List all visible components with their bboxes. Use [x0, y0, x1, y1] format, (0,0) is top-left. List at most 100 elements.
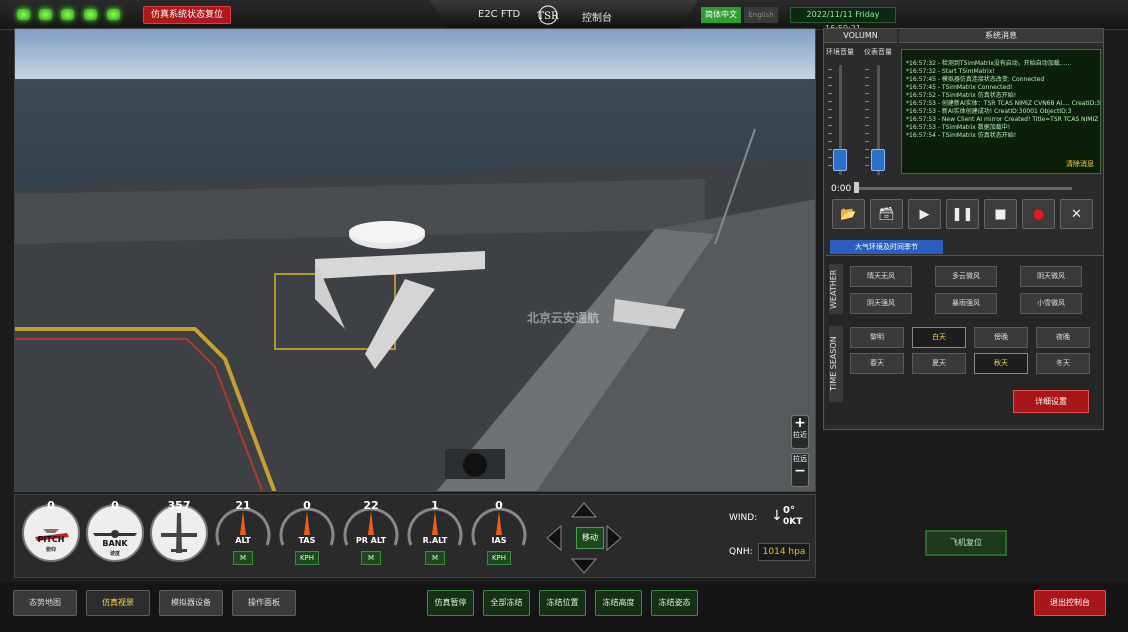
carrier-scene: [15, 29, 815, 491]
inst-volume-slider[interactable]: [871, 149, 885, 171]
simulation-viewport[interactable]: 北京云安通航 + 拉近 拉远 −: [14, 28, 816, 492]
system-reset-button[interactable]: 仿真系统状态复位: [143, 6, 231, 24]
heading-value: 357: [167, 499, 191, 512]
move-button[interactable]: 移动: [576, 527, 604, 549]
aircraft-reset-button[interactable]: 飞机复位: [925, 530, 1007, 556]
minus-icon: −: [794, 463, 806, 479]
alt-gauge: 21 ALT M: [213, 499, 273, 565]
time-option[interactable]: 夜晚: [1036, 327, 1090, 348]
status-led-icon: [17, 9, 30, 20]
log-line: *16:57:52 - TSimMatrix 仿真状态开始!: [906, 92, 1017, 99]
tas-value: 0: [303, 499, 311, 512]
bottom-bar: 态势地图 仿真视景 模拟器设备 操作面板 仿真暂停 全部冻结 冻结位置 冻结高度…: [0, 582, 1128, 632]
time-option[interactable]: 黎明: [850, 327, 904, 348]
message-log: *16:57:32 - 检测到TSimMatrix没有启动，开始自动加载....…: [901, 49, 1101, 174]
freeze-altitude-button[interactable]: 冻结高度: [595, 590, 642, 616]
pralt-value: 22: [363, 499, 379, 512]
log-line: *16:57:32 - Start TSimMatrix!: [906, 68, 995, 75]
weather-option[interactable]: 阴天强风: [850, 293, 912, 314]
ralt-label: R.ALT: [422, 536, 448, 545]
pitch-sub: 俯仰: [45, 547, 56, 553]
arrow-up-icon: [570, 502, 598, 518]
lang-chinese-button[interactable]: 简体中文: [701, 7, 741, 23]
wind-direction: 0°: [783, 505, 795, 516]
freeze-attitude-button[interactable]: 冻结姿态: [651, 590, 698, 616]
playback-timeline[interactable]: [854, 187, 1072, 190]
arrow-down-icon: [570, 558, 598, 574]
ralt-value: 1: [431, 499, 439, 512]
nav-devices[interactable]: 模拟器设备: [159, 590, 223, 616]
pralt-unit-button[interactable]: M: [361, 551, 381, 565]
season-option[interactable]: 秋天: [974, 353, 1028, 374]
alt-label: ALT: [235, 536, 251, 545]
zoom-in-button[interactable]: + 拉近: [791, 415, 809, 449]
timeline-handle[interactable]: [854, 182, 859, 193]
tas-unit-button[interactable]: KPH: [295, 551, 319, 565]
ralt-unit-button[interactable]: M: [425, 551, 445, 565]
lang-english-button[interactable]: English: [744, 7, 778, 23]
detail-settings-button[interactable]: 详细设置: [1013, 390, 1089, 413]
playback-time: 0:00: [831, 184, 852, 194]
status-led-icon: [107, 9, 120, 20]
pause-icon: ❚❚: [951, 206, 974, 222]
weather-option[interactable]: 多云微风: [935, 266, 997, 287]
tas-label: TAS: [298, 536, 316, 545]
nav-operation-panel[interactable]: 操作面板: [232, 590, 296, 616]
time-option[interactable]: 傍晚: [974, 327, 1028, 348]
tab-environment[interactable]: 大气环境及时间季节: [830, 240, 943, 254]
time-option[interactable]: 白天: [912, 327, 966, 348]
pause-button[interactable]: ❚❚: [946, 199, 979, 229]
env-volume-slider[interactable]: [833, 149, 847, 171]
app-title: E2C FTD: [478, 9, 521, 20]
record-button[interactable]: ●: [1022, 199, 1055, 229]
nav-visual[interactable]: 仿真视景: [86, 590, 150, 616]
season-option[interactable]: 春天: [850, 353, 904, 374]
save-button[interactable]: 🗃: [870, 199, 903, 229]
season-option[interactable]: 夏天: [912, 353, 966, 374]
ias-label: IAS: [491, 536, 507, 545]
weather-option[interactable]: 暴雨强风: [935, 293, 997, 314]
status-led-icon: [61, 9, 74, 20]
season-option[interactable]: 冬天: [1036, 353, 1090, 374]
weather-option[interactable]: 小雪微风: [1020, 293, 1082, 314]
zoom-in-label: 拉近: [793, 431, 807, 439]
bank-label: BANK: [102, 539, 128, 548]
archive-icon: 🗃: [878, 206, 895, 222]
freeze-position-button[interactable]: 冻结位置: [539, 590, 586, 616]
stop-icon: ■: [994, 206, 1007, 222]
clear-messages-button[interactable]: 清除消息: [1066, 159, 1094, 169]
weather-label: WEATHER: [829, 264, 843, 314]
qnh-value[interactable]: 1014 hpa: [758, 543, 810, 561]
log-line: *16:57:45 - TSimMatrix Connected!: [906, 84, 1013, 91]
exit-console-button[interactable]: 退出控制台: [1034, 590, 1106, 616]
open-folder-button[interactable]: 📂: [832, 199, 865, 229]
bank-value: 0: [111, 499, 119, 512]
play-button[interactable]: ▶: [908, 199, 941, 229]
close-button[interactable]: ✕: [1060, 199, 1093, 229]
stop-button[interactable]: ■: [984, 199, 1017, 229]
freeze-all-button[interactable]: 全部冻结: [483, 590, 530, 616]
pitch-value: 0: [47, 499, 55, 512]
top-bar: 仿真系统状态复位 E2C FTD TSR 控制台 简体中文 English 20…: [0, 0, 1128, 33]
pralt-label: PR ALT: [355, 536, 387, 545]
arrow-right-icon: [606, 524, 622, 552]
bank-gauge: 0 BANK 坡度: [85, 499, 145, 563]
nav-situation-map[interactable]: 态势地图: [13, 590, 77, 616]
log-line: *16:57:53 - TSimMatrix 数据加载中!: [906, 124, 1011, 131]
ralt-gauge: 1 R.ALT M: [405, 499, 465, 565]
qnh-label: QNH:: [729, 547, 753, 557]
pralt-gauge: 22 PR ALT M: [341, 499, 401, 565]
sim-pause-button[interactable]: 仿真暂停: [427, 590, 474, 616]
log-line: *16:57:32 - 检测到TSimMatrix没有启动，开始自动加载....…: [906, 60, 1072, 67]
tas-gauge: 0 TAS KPH: [277, 499, 337, 565]
ias-unit-button[interactable]: KPH: [487, 551, 511, 565]
weather-option[interactable]: 阴天微风: [1020, 266, 1082, 287]
watermark: 北京云安通航: [527, 311, 600, 325]
alt-unit-button[interactable]: M: [233, 551, 253, 565]
pitch-gauge: 0 PITCH 俯仰: [21, 499, 81, 563]
zoom-out-button[interactable]: 拉远 −: [791, 453, 809, 487]
bank-sub: 坡度: [109, 551, 120, 557]
volume-ticks: [828, 69, 832, 169]
weather-option[interactable]: 晴天无风: [850, 266, 912, 287]
ias-value: 0: [495, 499, 503, 512]
